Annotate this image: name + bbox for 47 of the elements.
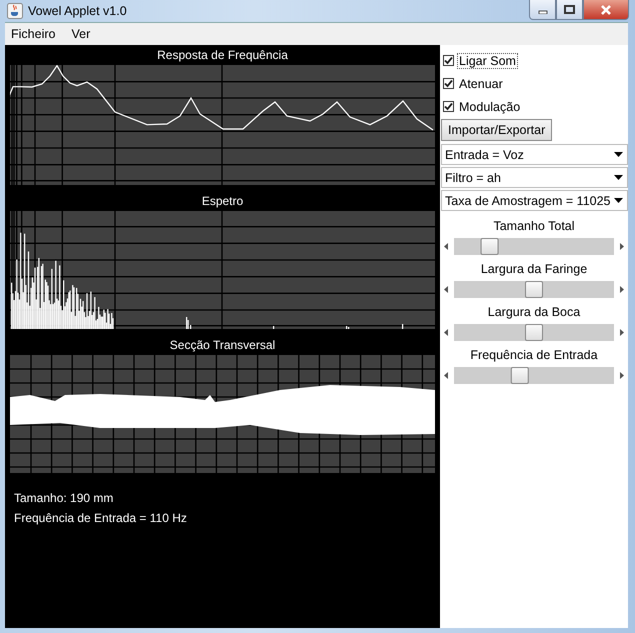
close-icon — [600, 4, 612, 14]
menu-item[interactable]: Ver — [71, 27, 90, 41]
slider-track[interactable] — [454, 324, 614, 341]
close-button[interactable] — [583, 0, 629, 20]
right-arrow-icon[interactable] — [620, 372, 624, 379]
graph-title: Espetro — [200, 193, 244, 210]
slider-thumb[interactable] — [480, 238, 499, 255]
checkbox-label[interactable]: Atenuar — [457, 76, 505, 92]
slider-label: Largura da Faringe — [480, 261, 588, 277]
slider-track[interactable] — [454, 281, 614, 298]
graph-title: Secção Transversal — [168, 337, 276, 354]
slider-thumb[interactable] — [525, 324, 543, 341]
slider-thumb[interactable] — [525, 281, 543, 298]
coffee-cup-icon — [7, 3, 23, 19]
slider-label: Frequência de Entrada — [469, 347, 599, 363]
caret-icon — [614, 198, 623, 203]
minimize-button[interactable] — [529, 0, 556, 20]
maximize-button[interactable] — [556, 0, 583, 20]
graph-title: Resposta de Frequência — [156, 47, 289, 64]
import-export-button[interactable]: Importar/Exportar — [441, 119, 552, 141]
readout-text: Tamanho: 190 mm — [14, 491, 114, 505]
left-arrow-icon[interactable] — [444, 286, 448, 293]
dropdown[interactable]: Taxa de Amostragem = 11025 — [441, 190, 628, 211]
left-arrow-icon[interactable] — [444, 243, 448, 250]
right-arrow-icon[interactable] — [620, 329, 624, 336]
right-arrow-icon[interactable] — [620, 286, 624, 293]
slider-track[interactable] — [454, 238, 614, 255]
checkbox-label[interactable]: Modulação — [457, 98, 522, 114]
checkbox-label[interactable]: Ligar Som — [457, 52, 518, 68]
maximize-icon — [564, 5, 575, 14]
left-arrow-icon[interactable] — [444, 372, 448, 379]
left-arrow-icon[interactable] — [444, 329, 448, 336]
caret-icon — [614, 175, 623, 180]
checkbox[interactable] — [443, 101, 454, 112]
readout-text: Frequência de Entrada = 110 Hz — [14, 511, 188, 525]
right-arrow-icon[interactable] — [620, 243, 624, 250]
slider-thumb[interactable] — [510, 367, 529, 384]
slider-label: Largura da Boca — [486, 304, 582, 320]
checkbox[interactable] — [443, 55, 454, 66]
caret-icon — [614, 152, 623, 157]
menu-item[interactable]: Ficheiro — [11, 27, 56, 41]
window-title: Vowel Applet v1.0 — [28, 4, 127, 18]
slider-track[interactable] — [454, 367, 614, 384]
slider-label: Tamanho Total — [492, 218, 576, 234]
dropdown[interactable]: Filtro = ah — [441, 167, 628, 188]
dropdown[interactable]: Entrada = Voz — [441, 144, 628, 165]
checkbox[interactable] — [443, 78, 454, 89]
